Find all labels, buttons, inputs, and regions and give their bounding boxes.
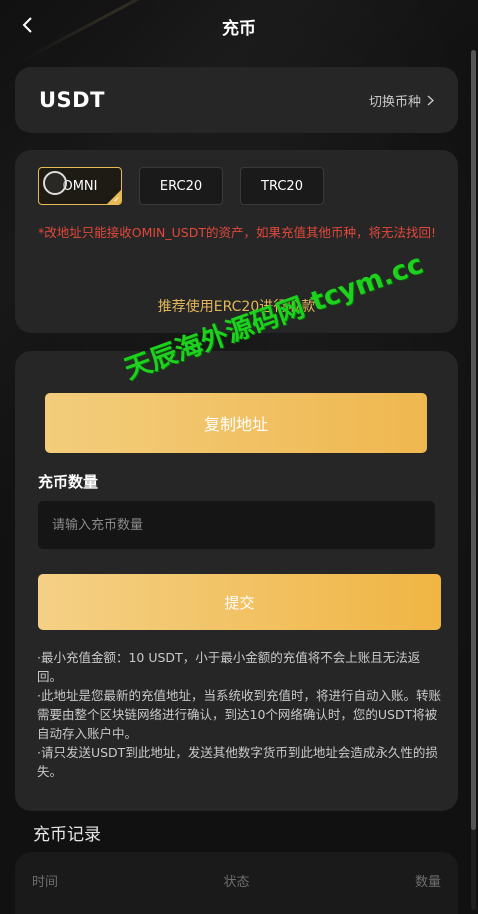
copy-address-button[interactable]: 复制地址 [45, 393, 427, 453]
note-item: ·最小充值金额：10 USDT，小于最小金额的充值将不会上账且无法返回。 [37, 650, 421, 684]
selection-ring-icon [43, 171, 67, 195]
switch-coin-button[interactable]: 切换币种 [369, 91, 434, 110]
amount-label: 充币数量 [38, 473, 99, 491]
page-title: 充币 [222, 18, 256, 39]
records-card: 时间 状态 数量 [15, 852, 458, 914]
coin-card: USDT 切换币种 [15, 67, 458, 133]
switch-coin-label: 切换币种 [368, 94, 421, 110]
column-header-status: 状态 [223, 875, 250, 890]
chevron-right-icon [427, 94, 434, 106]
submit-button[interactable]: 提交 [38, 574, 441, 630]
network-tab-label: TRC20 [261, 178, 303, 194]
network-tab-trc20[interactable]: TRC20 [240, 167, 324, 205]
network-tab-label: ERC20 [159, 178, 203, 194]
deposit-notes: ·最小充值金额：10 USDT，小于最小金额的充值将不会上账且无法返回。 ·此地… [37, 648, 442, 781]
network-tab-omni[interactable]: OMNI ✓ [38, 167, 122, 205]
deposit-card: 复制地址 充币数量 提交 ·最小充值金额：10 USDT，小于最小金额的充值将不… [15, 351, 458, 811]
coin-name: USDT [39, 88, 105, 112]
page: 充币 USDT 切换币种 OMNI ✓ ERC20 TRC20 *改地址只能接收… [0, 0, 478, 914]
network-tab-erc20[interactable]: ERC20 [139, 167, 223, 205]
scrollbar-thumb[interactable] [471, 50, 476, 830]
records-title: 充币记录 [33, 825, 101, 845]
check-icon: ✓ [113, 195, 120, 204]
back-button[interactable] [16, 14, 38, 36]
network-tabs: OMNI ✓ ERC20 TRC20 [38, 167, 324, 205]
network-warning: *改地址只能接收OMIN_USDT的资产，如果充值其他币种，将无法找回! [38, 225, 437, 240]
note-item: ·此地址是您最新的充值地址，当系统收到充值时，将进行自动入账。转账需要由整个区块… [37, 688, 441, 741]
column-header-amount: 数量 [414, 875, 441, 890]
records-header: 时间 状态 数量 [32, 871, 441, 890]
header: 充币 [0, 0, 478, 52]
amount-input[interactable] [38, 501, 435, 549]
chevron-left-icon [22, 17, 32, 33]
note-item: ·请只发送USDT到此地址，发送其他数字货币到此地址会造成永久性的损失。 [37, 745, 438, 779]
scrollbar[interactable] [471, 50, 476, 910]
column-header-time: 时间 [32, 875, 59, 890]
network-tab-label: OMNI [62, 178, 98, 194]
